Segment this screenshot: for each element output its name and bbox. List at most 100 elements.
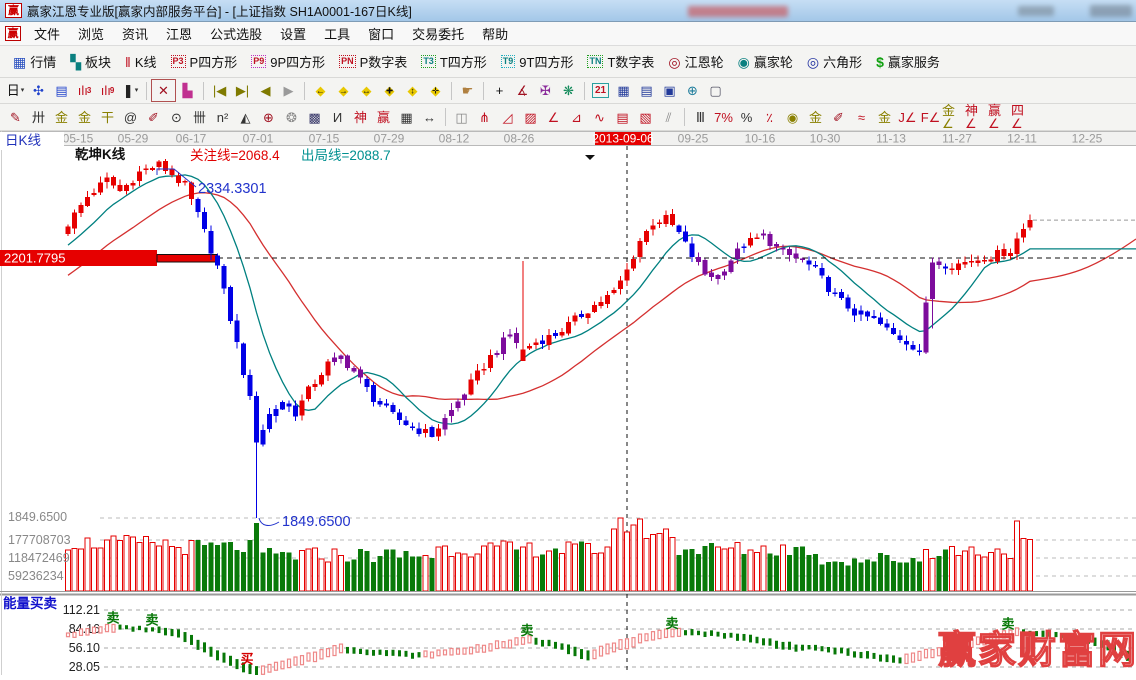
draw-shen-angle-icon[interactable]: 神∠ — [965, 104, 988, 130]
draw-gold-comb-icon[interactable]: 金 — [50, 107, 73, 128]
toolbar-winner-service[interactable]: $ 赢家服务 — [869, 50, 947, 73]
menu-news[interactable]: 资讯 — [113, 21, 157, 46]
draw-circle-cross-icon[interactable]: ⊕ — [257, 107, 280, 128]
pan-right-button[interactable]: ◆ → — [332, 80, 355, 101]
draw-j-angle-icon[interactable]: J∠ — [896, 107, 919, 128]
draw-fan-icon[interactable]: ⋔ — [473, 107, 496, 128]
pan-left-button[interactable]: ◆ ← — [309, 80, 332, 101]
toolbar-t-table[interactable]: TN T数字表 — [580, 50, 661, 73]
draw-fan-box-icon[interactable]: ◿ — [496, 107, 519, 128]
draw-box-lines-icon[interactable]: ▨ — [519, 107, 542, 128]
draw-span-icon[interactable]: ↔ — [418, 107, 441, 128]
draw-grid-web-icon[interactable]: ▩ — [303, 107, 326, 128]
calculator-icon[interactable]: ▦ — [612, 80, 635, 101]
draw-f-angle-icon[interactable]: F∠ — [919, 107, 942, 128]
draw-m-icon[interactable]: И — [326, 107, 349, 128]
draw-angle1-icon[interactable]: ∠ — [542, 107, 565, 128]
remote-pc-icon[interactable]: ▢ — [704, 80, 727, 101]
zoom-all-button[interactable]: ◆ ✛ — [424, 80, 447, 101]
crosshair-tool-icon[interactable]: + — [488, 80, 511, 101]
goto-last-button[interactable]: ▶| — [231, 80, 254, 101]
draw-star-web-icon[interactable]: ❂ — [280, 107, 303, 128]
menu-window[interactable]: 窗口 — [359, 21, 403, 46]
toolbar-quotes[interactable]: ▦ 行情 — [6, 50, 63, 73]
blurred-window-buttons[interactable] — [1090, 5, 1132, 17]
toolbar-p-table[interactable]: PN P数字表 — [332, 50, 414, 73]
chip-distribution-icon[interactable]: ✣ — [27, 80, 50, 101]
step-forward-button[interactable]: ▶ — [277, 80, 300, 101]
toolbar-kline[interactable]: ‖ K线 — [118, 50, 163, 73]
toolbar-sectors[interactable]: ▚ 板块 — [63, 50, 118, 73]
volume-bar — [553, 548, 558, 591]
toolbar-gann-wheel[interactable]: ◎ 江恩轮 — [661, 50, 730, 73]
draw-shen-icon[interactable]: 神 — [349, 107, 372, 128]
draw-hatch-icon[interactable]: ⫽ — [657, 107, 680, 128]
chip-x-icon[interactable]: ✕ — [151, 79, 176, 102]
toolbar-9t-square[interactable]: T9 9T四方形 — [494, 50, 581, 73]
draw-gold-line2-icon[interactable]: 金 — [873, 107, 896, 128]
notes-icon[interactable]: ▤ — [635, 80, 658, 101]
zoom-in-button[interactable]: ◆ ✚ — [378, 80, 401, 101]
menu-file[interactable]: 文件 — [25, 21, 69, 46]
zoom-h-button[interactable]: ◆ ↔ — [355, 80, 378, 101]
save-icon[interactable]: ▣ — [658, 80, 681, 101]
draw-7pct-icon[interactable]: 7% — [712, 107, 735, 128]
web-icon[interactable]: ⊕ — [681, 80, 704, 101]
candlestick-series[interactable] — [65, 159, 1033, 519]
draw-gold-comb2-icon[interactable]: 金 — [73, 107, 96, 128]
step-back-button[interactable]: ◀ — [254, 80, 277, 101]
draw-lines2-icon[interactable]: 卌 — [188, 107, 211, 128]
draw-gold-circle-icon[interactable]: ◉ — [781, 107, 804, 128]
kline-chart[interactable]: 05-15 05-29 06-17 07-01 07-15 07-29 08-12 08-26… — [0, 131, 1136, 677]
draw-lines-icon[interactable]: 卅 — [27, 107, 50, 128]
draw-pen2-icon[interactable]: ✐ — [142, 107, 165, 128]
draw-n2-icon[interactable]: n² — [211, 107, 234, 128]
draw-spiral-icon[interactable]: @ — [119, 107, 142, 128]
draw-wave-v-icon[interactable]: ∿ — [588, 107, 611, 128]
menu-trade[interactable]: 交易委托 — [403, 21, 473, 46]
purple-tool-icon[interactable]: ✠ — [534, 80, 557, 101]
menu-help[interactable]: 帮助 — [473, 21, 517, 46]
draw-bars-icon[interactable]: Ⅲ — [689, 107, 712, 128]
draw-ying-icon[interactable]: 赢 — [372, 107, 395, 128]
draw-cycle-icon[interactable]: ⊙ — [165, 107, 188, 128]
toolbar-p-square[interactable]: P3 P四方形 — [164, 50, 245, 73]
bars-3-icon[interactable]: ılı 3 — [73, 80, 96, 101]
pattern-tool-icon[interactable]: ❋ — [557, 80, 580, 101]
zoom-v-button[interactable]: ◆ ↕ — [401, 80, 424, 101]
draw-tframe-icon[interactable]: ◫ — [450, 107, 473, 128]
clipboard-icon[interactable]: ▤ — [50, 80, 73, 101]
calendar-icon[interactable]: 21 — [589, 80, 612, 101]
angle-tool-icon[interactable]: ∡ — [511, 80, 534, 101]
menu-gann[interactable]: 江恩 — [157, 21, 201, 46]
menu-formula-stockpick[interactable]: 公式选股 — [201, 21, 271, 46]
toolbar-hexagon[interactable]: ◎ 六角形 — [800, 50, 869, 73]
draw-gold-line-icon[interactable]: 金 — [804, 107, 827, 128]
draw-wave-icon[interactable]: ≈ — [850, 107, 873, 128]
menu-settings[interactable]: 设置 — [271, 21, 315, 46]
draw-angle2-icon[interactable]: ⊿ — [565, 107, 588, 128]
draw-pct-icon[interactable]: % — [735, 107, 758, 128]
draw-pen-bars-icon[interactable]: ✐ — [827, 107, 850, 128]
draw-grid-red2-icon[interactable]: ▧ — [634, 107, 657, 128]
menu-tools[interactable]: 工具 — [315, 21, 359, 46]
draw-si-angle-icon[interactable]: 四∠ — [1011, 104, 1034, 130]
goto-first-button[interactable]: |◀ — [208, 80, 231, 101]
draw-pen-icon[interactable]: ✎ — [4, 107, 27, 128]
bars-9-icon[interactable]: ılı 9 — [96, 80, 119, 101]
draw-gold-angle-icon[interactable]: 金∠ — [942, 104, 965, 130]
menu-browse[interactable]: 浏览 — [69, 21, 113, 46]
color-histogram-icon[interactable]: ▙ — [176, 80, 199, 101]
candle-style-button[interactable]: ❚ ▾ — [119, 80, 142, 101]
draw-pct-lines-icon[interactable]: ٪ — [758, 107, 781, 128]
draw-ying-angle-icon[interactable]: 赢∠ — [988, 104, 1011, 130]
toolbar-9p-square[interactable]: P9 9P四方形 — [244, 50, 332, 73]
draw-grid123-icon[interactable]: ▦ — [395, 107, 418, 128]
hand-tool-icon[interactable]: ☛ — [456, 80, 479, 101]
period-day-button[interactable]: 日 ▾ — [4, 80, 27, 101]
draw-protractor-icon[interactable]: ◭ — [234, 107, 257, 128]
toolbar-t-square[interactable]: T3 T四方形 — [414, 50, 493, 73]
draw-grid-red-icon[interactable]: ▤ — [611, 107, 634, 128]
draw-f-comb-icon[interactable]: 干 — [96, 107, 119, 128]
toolbar-winner-wheel[interactable]: ◉ 赢家轮 — [731, 50, 800, 73]
